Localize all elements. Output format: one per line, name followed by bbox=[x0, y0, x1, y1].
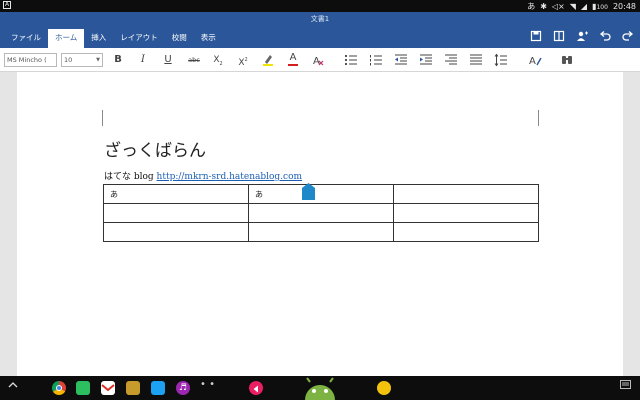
share-icon[interactable] bbox=[576, 30, 588, 42]
table-row: あ あ bbox=[103, 184, 539, 204]
ribbon-actions bbox=[530, 30, 634, 42]
document-area: ざっくばらん はてな blog http://mkrn-srd.hatenabl… bbox=[0, 72, 640, 376]
clear-format-icon[interactable]: A bbox=[311, 53, 325, 67]
font-name-combo[interactable]: MS Mincho ( bbox=[4, 53, 57, 67]
font-size-value: 10 bbox=[64, 56, 73, 64]
media-icon[interactable] bbox=[249, 381, 263, 395]
document-page[interactable]: ざっくばらん はてな blog http://mkrn-srd.hatenabl… bbox=[17, 72, 623, 376]
chevron-down-icon: ▼ bbox=[96, 57, 100, 63]
tips-icon[interactable] bbox=[377, 381, 391, 395]
table-cell[interactable] bbox=[103, 203, 249, 223]
table-cell[interactable] bbox=[393, 203, 539, 223]
numbered-list-icon[interactable] bbox=[369, 53, 383, 67]
styles-icon[interactable]: A bbox=[528, 53, 542, 67]
table-cell[interactable] bbox=[248, 203, 394, 223]
screen: A あ ✱ ◁× ◥ ◢ ▮100 20:48 文書1 ファイル ホーム 挿入 … bbox=[0, 0, 640, 400]
subscript-button[interactable]: X2 bbox=[211, 53, 225, 67]
tab-view[interactable]: 表示 bbox=[194, 29, 223, 48]
evernote-icon[interactable] bbox=[76, 381, 90, 395]
twitter-icon[interactable] bbox=[151, 381, 165, 395]
chevron-up-icon[interactable] bbox=[8, 380, 18, 393]
increase-indent-icon[interactable] bbox=[419, 53, 433, 67]
table-cell[interactable]: あ bbox=[103, 184, 249, 204]
table-cell[interactable]: あ bbox=[248, 184, 394, 204]
highlight-icon[interactable] bbox=[261, 53, 275, 67]
font-color-glyph: A bbox=[289, 52, 297, 63]
bullet-list-icon[interactable] bbox=[344, 53, 358, 67]
tab-review[interactable]: 校閲 bbox=[165, 29, 194, 48]
clock: 20:48 bbox=[612, 2, 636, 11]
redo-icon[interactable] bbox=[622, 30, 634, 42]
notification-icon: A bbox=[3, 1, 11, 9]
undo-icon[interactable] bbox=[599, 30, 611, 42]
bold-button[interactable]: B bbox=[111, 53, 125, 67]
table-row bbox=[103, 203, 539, 223]
paragraph-text: はてな blog bbox=[104, 172, 157, 182]
layout-icon[interactable] bbox=[553, 30, 565, 42]
font-name-value: MS Mincho ( bbox=[7, 56, 47, 64]
italic-button[interactable]: I bbox=[136, 53, 150, 67]
tab-home[interactable]: ホーム bbox=[48, 29, 85, 48]
align-right-icon[interactable] bbox=[444, 53, 458, 67]
tab-insert[interactable]: 挿入 bbox=[84, 29, 113, 48]
music-icon[interactable]: ♬ bbox=[176, 381, 190, 395]
document-table: あ あ bbox=[103, 184, 539, 242]
table-cell[interactable] bbox=[393, 222, 539, 242]
superscript-button[interactable]: X2 bbox=[236, 53, 250, 68]
navigation-bar: ♬ • • bbox=[0, 376, 640, 400]
android-icon[interactable] bbox=[301, 376, 339, 400]
strikethrough-button[interactable]: abc bbox=[185, 53, 203, 67]
table-cell[interactable] bbox=[248, 222, 394, 242]
chrome-icon[interactable] bbox=[52, 381, 66, 395]
save-icon[interactable] bbox=[530, 30, 542, 42]
table-cell[interactable] bbox=[393, 184, 539, 204]
document-heading[interactable]: ざっくばらん bbox=[104, 136, 206, 161]
battery-level: 100 bbox=[596, 4, 608, 11]
app-icon[interactable] bbox=[126, 381, 140, 395]
more-apps-icon[interactable]: • • bbox=[200, 379, 215, 390]
mute-icon: ◁× bbox=[551, 2, 565, 11]
formatting-toolbar: MS Mincho ( 10 ▼ B I U abc X2 X2 A A A bbox=[0, 48, 640, 72]
font-size-combo[interactable]: 10 ▼ bbox=[61, 53, 103, 67]
cursor-handle[interactable] bbox=[302, 183, 315, 200]
font-color-swatch bbox=[288, 64, 298, 66]
svg-text:A: A bbox=[529, 56, 536, 67]
margin-mark-left bbox=[102, 110, 103, 126]
music-note-icon: ♬ bbox=[178, 383, 188, 393]
wifi-icon: ◥ bbox=[569, 2, 576, 11]
tab-layout[interactable]: レイアウト bbox=[113, 29, 165, 48]
font-color-button[interactable]: A bbox=[286, 53, 300, 67]
ribbon: 文書1 ファイル ホーム 挿入 レイアウト 校閲 表示 bbox=[0, 12, 640, 48]
signal-icon: ◢ bbox=[580, 2, 588, 11]
chrome-icon-center bbox=[56, 385, 62, 391]
find-icon[interactable] bbox=[560, 53, 574, 67]
keyboard-icon[interactable] bbox=[620, 380, 631, 392]
margin-mark-right bbox=[538, 110, 539, 126]
status-bar: A あ ✱ ◁× ◥ ◢ ▮100 20:48 bbox=[0, 0, 640, 12]
justify-icon[interactable] bbox=[469, 53, 483, 67]
ribbon-tabs: ファイル ホーム 挿入 レイアウト 校閲 表示 bbox=[4, 29, 223, 48]
underline-button[interactable]: U bbox=[161, 53, 175, 67]
document-paragraph[interactable]: はてな blog http://mkrn-srd.hatenablog.com bbox=[104, 169, 302, 182]
blog-link[interactable]: http://mkrn-srd.hatenablog.com bbox=[157, 172, 303, 182]
document-title: 文書1 bbox=[310, 15, 330, 23]
bluetooth-icon: ✱ bbox=[540, 2, 547, 11]
battery-icon: ▮100 bbox=[592, 2, 608, 11]
table-cell[interactable] bbox=[103, 222, 249, 242]
ime-indicator: あ bbox=[527, 2, 536, 11]
decrease-indent-icon[interactable] bbox=[394, 53, 408, 67]
table-row bbox=[103, 222, 539, 242]
tab-file[interactable]: ファイル bbox=[4, 29, 48, 48]
gmail-icon[interactable] bbox=[101, 381, 115, 395]
line-spacing-icon[interactable] bbox=[494, 53, 508, 67]
